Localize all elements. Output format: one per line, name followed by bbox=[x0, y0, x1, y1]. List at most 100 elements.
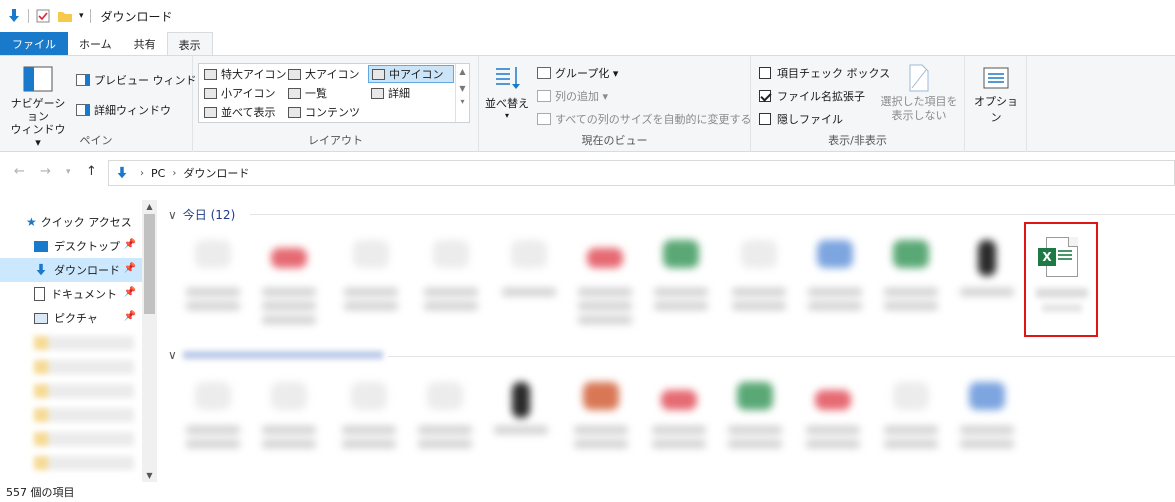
blurred-file[interactable] bbox=[876, 226, 946, 336]
blurred-file[interactable] bbox=[494, 226, 564, 336]
chevron-down-icon[interactable]: ∨ bbox=[168, 348, 177, 362]
options-button[interactable]: オプション bbox=[969, 66, 1023, 125]
blurred-file[interactable] bbox=[336, 226, 406, 336]
sidebar-item-downloads[interactable]: ダウンロード 📌 bbox=[0, 258, 142, 282]
desktop-icon bbox=[34, 240, 48, 252]
layout-large-icons[interactable]: 大アイコン bbox=[285, 65, 362, 83]
sidebar-item-label: ダウンロード bbox=[54, 264, 120, 277]
properties-icon[interactable] bbox=[35, 8, 51, 24]
blurred-file[interactable] bbox=[416, 226, 486, 336]
item-checkboxes-checkbox[interactable] bbox=[759, 67, 771, 79]
blurred-file[interactable] bbox=[720, 368, 790, 478]
tab-view[interactable]: 表示 bbox=[166, 32, 213, 56]
blurred-file[interactable] bbox=[646, 226, 716, 336]
chevron-down-icon[interactable]: ▼ bbox=[142, 471, 157, 480]
blurred-file[interactable] bbox=[800, 226, 870, 336]
blurred-folder[interactable] bbox=[34, 408, 134, 422]
layout-list[interactable]: 一覧 bbox=[285, 84, 330, 102]
expand-gallery-icon[interactable]: ▾ bbox=[456, 97, 469, 106]
layout-label: 特大アイコン bbox=[221, 68, 287, 81]
add-columns-button[interactable]: 列の追加 ▾ bbox=[537, 88, 608, 104]
tab-file[interactable]: ファイル bbox=[0, 32, 68, 56]
blurred-folder[interactable] bbox=[34, 456, 134, 470]
blurred-file[interactable] bbox=[876, 368, 946, 478]
sort-icon bbox=[496, 67, 520, 89]
layout-small-icons[interactable]: 小アイコン bbox=[201, 84, 278, 102]
layout-details[interactable]: 詳細 bbox=[368, 84, 413, 102]
blurred-file[interactable] bbox=[178, 226, 248, 336]
layout-tiles[interactable]: 並べて表示 bbox=[201, 103, 279, 121]
details-pane-button[interactable]: 詳細ウィンドウ bbox=[76, 102, 171, 118]
sidebar-item-desktop[interactable]: デスクトップ 📌 bbox=[0, 234, 142, 258]
pin-icon[interactable]: 📌 bbox=[124, 239, 136, 250]
blurred-folder[interactable] bbox=[34, 336, 134, 350]
recent-locations-icon[interactable]: ▾ bbox=[66, 167, 71, 177]
layout-gallery-scroll[interactable]: ▲ ▼ ▾ bbox=[455, 64, 469, 122]
chevron-right-icon[interactable]: › bbox=[172, 168, 176, 179]
blurred-file[interactable] bbox=[254, 368, 324, 478]
group-header-today[interactable]: ∨ 今日 (12) bbox=[168, 206, 235, 223]
forward-arrow-icon[interactable]: → bbox=[40, 164, 51, 179]
separator bbox=[28, 9, 29, 23]
preview-pane-button[interactable]: プレビュー ウィンドウ bbox=[76, 72, 208, 88]
group-by-button[interactable]: グループ化 ▾ bbox=[537, 65, 618, 81]
blurred-file[interactable] bbox=[798, 368, 868, 478]
tab-home[interactable]: ホーム bbox=[68, 32, 123, 56]
chevron-up-icon[interactable]: ▲ bbox=[456, 67, 469, 76]
blurred-file[interactable] bbox=[724, 226, 794, 336]
blurred-file[interactable] bbox=[254, 226, 324, 336]
size-columns-icon bbox=[537, 113, 551, 125]
hide-selected-button[interactable]: 選択した項目を 表示しない bbox=[877, 64, 961, 123]
hidden-items-checkbox[interactable] bbox=[759, 113, 771, 125]
size-all-columns-button[interactable]: すべての列のサイズを自動的に変更する bbox=[537, 111, 751, 127]
sort-button[interactable]: 並べ替え ▾ bbox=[485, 64, 529, 126]
file-extensions-toggle[interactable]: ファイル名拡張子 bbox=[759, 88, 865, 104]
chevron-down-icon[interactable]: ▼ bbox=[456, 84, 469, 93]
blurred-file[interactable] bbox=[952, 368, 1022, 478]
item-checkboxes-toggle[interactable]: 項目チェック ボックス bbox=[759, 65, 890, 81]
back-arrow-icon[interactable]: ← bbox=[14, 164, 25, 179]
blurred-folder[interactable] bbox=[34, 432, 134, 446]
address-bar[interactable]: › PC › ダウンロード bbox=[108, 160, 1175, 186]
chevron-up-icon[interactable]: ▲ bbox=[142, 202, 157, 211]
blurred-file[interactable] bbox=[178, 368, 248, 478]
blurred-folder[interactable] bbox=[34, 360, 134, 374]
ribbon: ナビゲーション ウィンドウ ▾ プレビュー ウィンドウ 詳細ウィンドウ ペイン … bbox=[0, 55, 1175, 152]
chevron-down-icon[interactable]: ∨ bbox=[168, 208, 177, 222]
excel-grid-icon bbox=[1058, 250, 1072, 262]
blurred-file[interactable] bbox=[410, 368, 480, 478]
layout-extra-large-icons[interactable]: 特大アイコン bbox=[201, 65, 289, 83]
pin-icon[interactable]: 📌 bbox=[124, 287, 136, 298]
excel-file[interactable]: X bbox=[1024, 222, 1098, 337]
blurred-file[interactable] bbox=[566, 368, 636, 478]
medium-icons-icon bbox=[372, 68, 385, 80]
nav-pane-button[interactable]: ナビゲーション ウィンドウ ▾ bbox=[6, 64, 70, 149]
pin-icon[interactable]: 📌 bbox=[124, 263, 136, 274]
sidebar-scrollbar[interactable]: ▲ ▼ bbox=[142, 200, 157, 482]
blurred-file[interactable] bbox=[570, 226, 640, 336]
breadcrumb-downloads[interactable]: ダウンロード bbox=[183, 165, 249, 181]
tab-share[interactable]: 共有 bbox=[123, 32, 167, 56]
layout-gallery: 特大アイコン 大アイコン 中アイコン 小アイコン 一覧 詳細 並べて表示 コンテ… bbox=[198, 63, 470, 123]
blurred-file[interactable] bbox=[952, 226, 1022, 336]
blurred-file[interactable] bbox=[334, 368, 404, 478]
chevron-right-icon[interactable]: › bbox=[140, 168, 144, 179]
sidebar-item-quick-access[interactable]: ★ クイック アクセス bbox=[0, 210, 142, 234]
new-folder-icon[interactable] bbox=[57, 8, 73, 24]
group-header-blurred[interactable]: ∨ bbox=[168, 348, 383, 362]
layout-content[interactable]: コンテンツ bbox=[285, 103, 363, 121]
up-arrow-icon[interactable]: ↑ bbox=[86, 164, 97, 179]
layout-medium-icons[interactable]: 中アイコン bbox=[368, 65, 454, 83]
file-extensions-checkbox[interactable] bbox=[759, 90, 771, 102]
blurred-file[interactable] bbox=[644, 368, 714, 478]
pin-icon[interactable]: 📌 bbox=[124, 311, 136, 322]
breadcrumb-pc[interactable]: PC bbox=[151, 167, 165, 180]
quick-access-dropdown-icon[interactable]: ▾ bbox=[79, 11, 84, 21]
sidebar-item-pictures[interactable]: ピクチャ 📌 bbox=[0, 306, 142, 330]
scroll-thumb[interactable] bbox=[144, 214, 155, 314]
hidden-items-toggle[interactable]: 隠しファイル bbox=[759, 111, 843, 127]
blurred-folder[interactable] bbox=[34, 384, 134, 398]
layout-label: 並べて表示 bbox=[221, 106, 276, 119]
sidebar-item-documents[interactable]: ドキュメント 📌 bbox=[0, 282, 142, 306]
blurred-file[interactable] bbox=[486, 368, 556, 478]
